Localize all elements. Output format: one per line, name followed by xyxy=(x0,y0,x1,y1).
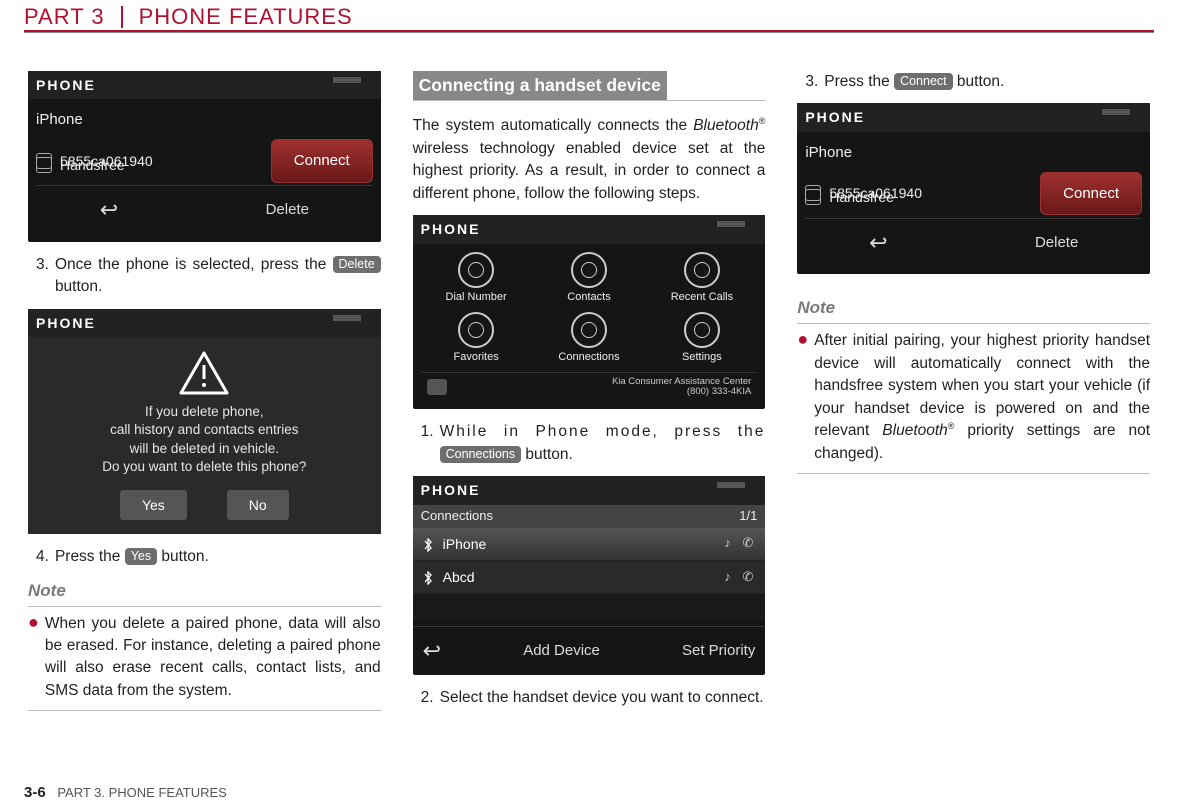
menu-contacts[interactable]: Contacts xyxy=(534,250,645,308)
ss-title: PHONE xyxy=(413,215,766,243)
column-1: PHONE iPhone 5855ca061940 Connect Handsf… xyxy=(28,71,381,719)
note-rule xyxy=(28,710,381,711)
page-footer: 3-6 PART 3. PHONE FEATURES xyxy=(24,784,227,801)
ss-title: PHONE xyxy=(28,309,381,337)
ss-title: PHONE xyxy=(413,476,766,504)
footer-text: PART 3. PHONE FEATURES xyxy=(57,785,227,800)
bluetooth-icon xyxy=(571,312,607,348)
screenshot-connections: PHONE Connections 1/1 iPhone ♪ ✆ Abcd ♪ ✆… xyxy=(413,476,766,675)
delete-button[interactable]: Delete xyxy=(266,199,309,221)
header-rule-2 xyxy=(24,32,1154,33)
content-columns: PHONE iPhone 5855ca061940 Connect Handsf… xyxy=(0,35,1178,727)
connections-pill: Connections xyxy=(440,446,522,463)
status-icons: ♪ ✆ xyxy=(724,534,757,553)
conn-row-1[interactable]: iPhone ♪ ✆ xyxy=(413,528,766,561)
dialog-text: If you delete phone, call history and co… xyxy=(38,403,371,476)
warning-icon xyxy=(179,351,229,395)
handsfree-icon xyxy=(36,157,52,173)
conn-count: 1/1 xyxy=(739,507,757,526)
section-heading-wrap: Connecting a handset device xyxy=(413,71,766,101)
bluetooth-icon xyxy=(421,570,435,584)
delete-button[interactable]: Delete xyxy=(1035,232,1078,254)
ss-handsfree: Handsfree xyxy=(60,155,125,175)
connect-button[interactable]: Connect xyxy=(271,139,373,183)
handsfree-icon xyxy=(805,189,821,205)
screenshot-phone-connect-1: PHONE iPhone 5855ca061940 Connect Handsf… xyxy=(28,71,381,242)
no-button[interactable]: No xyxy=(227,490,289,520)
bluetooth-icon xyxy=(421,537,435,551)
menu-dial-number[interactable]: Dial Number xyxy=(421,250,532,308)
back-icon[interactable]: ↩ xyxy=(869,227,887,259)
chapter-title: PHONE FEATURES xyxy=(139,4,353,30)
column-3: 3. Press the Connect button. PHONE iPhon… xyxy=(797,71,1150,719)
ss-handsfree: Handsfree xyxy=(829,187,894,207)
menu-favorites[interactable]: Favorites xyxy=(421,310,532,368)
connect-pill: Connect xyxy=(894,73,953,90)
music-icon[interactable] xyxy=(427,379,447,395)
set-priority-button[interactable]: Set Priority xyxy=(682,640,755,662)
menu-recent-calls[interactable]: Recent Calls xyxy=(646,250,757,308)
note-bullet: ● When you delete a paired phone, data w… xyxy=(28,613,381,703)
conn-title: Connections xyxy=(421,507,493,526)
ss-device: iPhone xyxy=(36,109,83,131)
step-3-connect: 3. Press the Connect button. xyxy=(805,71,1150,93)
step-2-select: 2. Select the handset device you want to… xyxy=(421,687,766,709)
note-heading: Note xyxy=(28,579,381,607)
phone-icon xyxy=(458,252,494,288)
back-icon[interactable]: ↩ xyxy=(423,635,441,667)
contacts-icon xyxy=(571,252,607,288)
gear-icon xyxy=(684,312,720,348)
note-text: When you delete a paired phone, data wil… xyxy=(45,613,381,703)
yes-button[interactable]: Yes xyxy=(120,490,187,520)
page-number: 3-6 xyxy=(24,784,46,801)
menu-connections[interactable]: Connections xyxy=(534,310,645,368)
conn-row-2[interactable]: Abcd ♪ ✆ xyxy=(413,561,766,594)
page-header: PART 3 PHONE FEATURES xyxy=(0,0,1178,35)
note-text: After initial pairing, your highest prio… xyxy=(814,330,1150,465)
connect-button[interactable]: Connect xyxy=(1040,172,1142,216)
step-4-yes: 4. Press the Yes button. xyxy=(36,546,381,568)
part-label: PART 3 xyxy=(24,4,121,30)
screenshot-phone-connect-2: PHONE iPhone 5855ca061940 Connect Handsf… xyxy=(797,103,1150,274)
delete-pill: Delete xyxy=(333,256,381,273)
star-icon xyxy=(458,312,494,348)
section-heading: Connecting a handset device xyxy=(413,71,667,100)
ss-title: PHONE xyxy=(28,71,381,99)
note-bullet: ● After initial pairing, your highest pr… xyxy=(797,330,1150,465)
intro-paragraph: The system automatically connects the Bl… xyxy=(413,115,766,205)
kia-assist-text: Kia Consumer Assistance Center(800) 333-… xyxy=(612,377,751,398)
yes-pill: Yes xyxy=(125,548,157,565)
screenshot-delete-dialog: PHONE If you delete phone, call history … xyxy=(28,309,381,534)
ss-title: PHONE xyxy=(797,103,1150,131)
menu-settings[interactable]: Settings xyxy=(646,310,757,368)
add-device-button[interactable]: Add Device xyxy=(523,640,600,662)
note-heading: Note xyxy=(797,296,1150,324)
bullet-icon: ● xyxy=(797,330,808,465)
bullet-icon: ● xyxy=(28,613,39,703)
screenshot-phone-menu: PHONE Dial Number Contacts Recent Calls … xyxy=(413,215,766,409)
status-icons: ♪ ✆ xyxy=(724,568,757,587)
header-divider xyxy=(121,6,123,28)
column-2: Connecting a handset device The system a… xyxy=(413,71,766,719)
step-1-connections: 1. While in Phone mode, press the Connec… xyxy=(421,421,766,466)
conn-empty xyxy=(413,594,766,620)
step-3-delete: 3. Once the phone is selected, press the… xyxy=(36,254,381,299)
back-icon[interactable]: ↩ xyxy=(100,194,118,226)
note-rule xyxy=(797,473,1150,474)
recent-icon xyxy=(684,252,720,288)
ss-device: iPhone xyxy=(805,142,852,164)
